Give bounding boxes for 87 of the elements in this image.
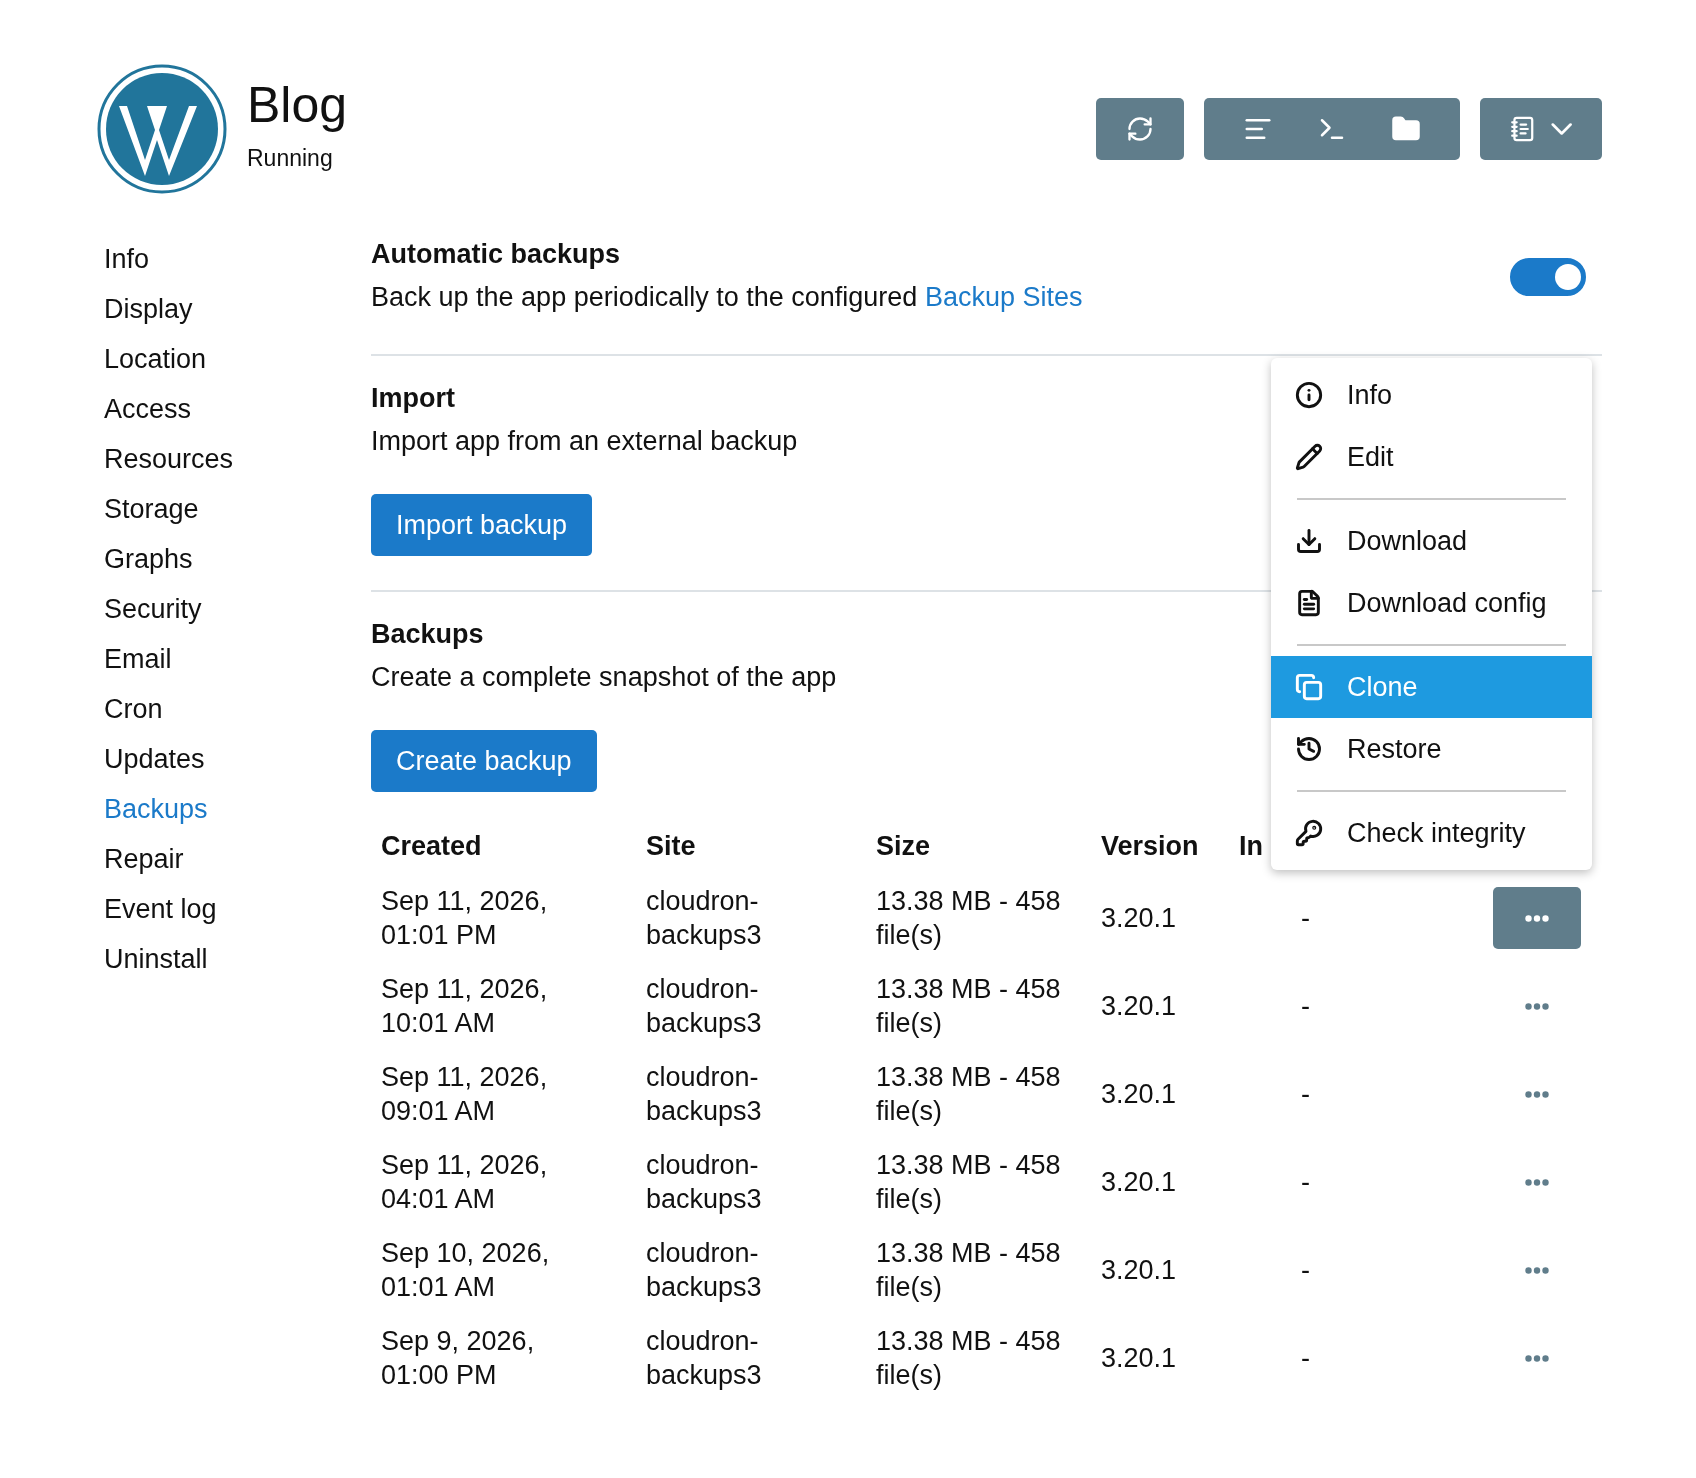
table-cell-text: - (1300, 1078, 1311, 1111)
sidebar-item[interactable]: Email (104, 634, 172, 684)
sidebar-item[interactable]: Repair (104, 834, 184, 884)
section-title: Import (371, 382, 455, 415)
sidebar-item[interactable]: Uninstall (104, 934, 208, 984)
menu-item[interactable]: Download (1271, 510, 1592, 572)
sidebar-item[interactable]: Access (104, 384, 192, 434)
file-icon (1295, 589, 1323, 617)
table-cell-text: Sep 10, 2026, 01:01 AM (380, 1237, 551, 1304)
import-backup-button[interactable]: Import backup (371, 494, 593, 556)
section-description: Back up the app periodically to the configured Backup Sites (371, 281, 1083, 314)
menu-item[interactable]: Info (1271, 364, 1592, 426)
table-cell-text: cloudron-backups3 (645, 1325, 763, 1392)
sidebar-item[interactable]: Display (104, 284, 193, 334)
table-cell-text: - (1300, 1254, 1311, 1287)
section-description: Import app from an external backup (371, 425, 798, 458)
sidebar-item[interactable]: Info (104, 234, 150, 284)
column-header: Version (1101, 830, 1199, 862)
sidebar-item[interactable]: Storage (104, 484, 199, 534)
sidebar-item[interactable]: Cron (104, 684, 163, 734)
more-button[interactable] (1493, 887, 1581, 949)
key-icon (1295, 819, 1323, 847)
pencil-icon (1295, 443, 1323, 471)
column-header: Created (381, 830, 482, 862)
table-cell-text: 3.20.1 (1100, 1254, 1178, 1287)
column-header: Site (646, 830, 696, 862)
app-title: Blog (247, 76, 348, 133)
table-cell-text: - (1300, 902, 1311, 935)
more-icon (1525, 1178, 1549, 1186)
more-icon (1525, 1266, 1549, 1274)
table-cell-text: 3.20.1 (1100, 1078, 1178, 1111)
toggle-switch[interactable] (1510, 258, 1586, 296)
copy-icon (1295, 673, 1323, 701)
table-cell-text: Sep 9, 2026, 01:00 PM (380, 1325, 536, 1392)
section-description: Create a complete snapshot of the app (371, 661, 837, 694)
table-cell-text: Sep 11, 2026, 01:01 PM (380, 885, 549, 952)
column-header: In (1239, 830, 1263, 862)
sidebar-item[interactable]: Updates (104, 734, 205, 784)
table-cell-text: - (1300, 1166, 1311, 1199)
manual-dropdown-button[interactable] (1480, 98, 1602, 160)
backup-sites-link[interactable]: Backup Sites (924, 282, 1083, 312)
restart-button[interactable] (1096, 98, 1184, 160)
more-icon (1525, 1090, 1549, 1098)
logo-icon (97, 64, 227, 194)
info-icon (1295, 381, 1323, 409)
download-icon (1295, 527, 1323, 555)
sidebar-item[interactable]: Resources (104, 434, 234, 484)
table-cell-text: 3.20.1 (1100, 1342, 1178, 1375)
column-header: Size (876, 830, 931, 862)
section-title: Backups (371, 618, 484, 651)
more-icon (1525, 914, 1549, 922)
refresh-icon (1126, 114, 1154, 144)
table-cell-text: - (1300, 990, 1311, 1023)
more-icon (1525, 1354, 1549, 1362)
app-status: Running (247, 144, 334, 172)
more-icon (1525, 1002, 1549, 1010)
section-title: Automatic backups (371, 238, 621, 271)
table-cell-text: 13.38 MB - 458 file(s) (875, 973, 1062, 1040)
table-cell-text: cloudron-backups3 (645, 1061, 763, 1128)
menu-item[interactable]: Edit (1271, 426, 1592, 488)
table-cell-text: 3.20.1 (1100, 990, 1178, 1023)
table-cell-text: 3.20.1 (1100, 1166, 1178, 1199)
table-cell-text: 3.20.1 (1100, 902, 1178, 935)
table-cell-text: Sep 11, 2026, 04:01 AM (380, 1149, 549, 1216)
history-icon (1295, 735, 1323, 763)
menu-item[interactable]: Download config (1271, 572, 1592, 634)
chevron-down-icon (1550, 122, 1572, 136)
table-cell-text: 13.38 MB - 458 file(s) (875, 1237, 1062, 1304)
table-cell-text: Sep 11, 2026, 10:01 AM (380, 973, 549, 1040)
sidebar-item[interactable]: Event log (104, 884, 217, 934)
table-cell-text: cloudron-backups3 (645, 1149, 763, 1216)
sidebar-item[interactable]: Location (104, 334, 207, 384)
table-cell-text: Sep 11, 2026, 09:01 AM (380, 1061, 549, 1128)
menu-item[interactable]: Check integrity (1271, 802, 1592, 864)
menu-item[interactable]: Restore (1271, 718, 1592, 780)
sidebar-item[interactable]: Security (104, 584, 202, 634)
sidebar-item[interactable]: Backups (104, 784, 208, 834)
table-cell-text: cloudron-backups3 (645, 885, 763, 952)
table-cell-text: cloudron-backups3 (645, 973, 763, 1040)
table-cell-text: 13.38 MB - 458 file(s) (875, 1061, 1062, 1128)
table-cell-text: 13.38 MB - 458 file(s) (875, 1149, 1062, 1216)
table-cell-text: cloudron-backups3 (645, 1237, 763, 1304)
table-cell-text: - (1300, 1342, 1311, 1375)
table-cell-text: 13.38 MB - 458 file(s) (875, 885, 1062, 952)
sidebar-item[interactable]: Graphs (104, 534, 193, 584)
create-backup-button[interactable]: Create backup (371, 730, 597, 792)
table-cell-text: 13.38 MB - 458 file(s) (875, 1325, 1062, 1392)
